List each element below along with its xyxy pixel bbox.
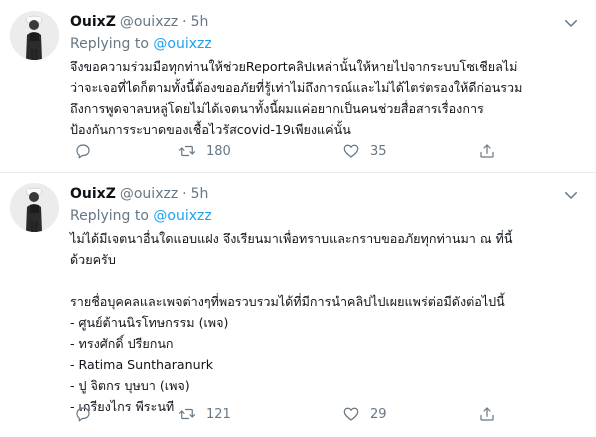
tweet-text-line: - Ratima Suntharanurk <box>70 357 214 372</box>
like-count: 29 <box>370 406 387 422</box>
mention-link[interactable]: @ouixzz <box>153 208 211 224</box>
reply-icon <box>76 144 90 159</box>
chevron-down-icon[interactable] <box>562 14 580 32</box>
retweet-button[interactable]: 121 <box>178 402 231 426</box>
replying-to-label: Replying to <box>70 208 149 224</box>
replying-to: Replying to @ouixzz <box>70 206 212 226</box>
timestamp[interactable]: 5h <box>191 14 209 30</box>
share-button[interactable] <box>478 402 496 426</box>
retweet-count: 121 <box>206 406 231 422</box>
tweet[interactable]: OuixZ @ouixzz · 5h Replying to @ouixzz จึงข… <box>0 0 596 172</box>
like-count: 35 <box>370 143 387 159</box>
user-handle[interactable]: @ouixzz <box>120 14 178 30</box>
avatar-image <box>10 11 59 60</box>
tweet-text-line: ไม่ได้มีเจตนาอื่นใดแอบแฝง จึงเรียนมาเพื่… <box>70 231 513 246</box>
mention-link[interactable]: @ouixzz <box>153 36 211 52</box>
separator-dot: · <box>182 186 187 202</box>
retweet-icon <box>178 145 196 157</box>
tweet-text-line: ถึงการพูดจาลบหลู่โดยไม่ได้เจตนาทั้งนี้ผม… <box>70 101 484 116</box>
retweet-count: 180 <box>206 143 231 159</box>
heart-icon <box>343 144 359 158</box>
chevron-down-icon[interactable] <box>562 186 580 204</box>
share-icon <box>480 407 494 421</box>
share-button[interactable] <box>478 139 496 163</box>
replying-to: Replying to @ouixzz <box>70 34 212 54</box>
avatar-image <box>10 183 59 232</box>
avatar[interactable] <box>10 183 59 232</box>
replying-to-label: Replying to <box>70 36 149 52</box>
reply-icon <box>76 407 90 422</box>
retweet-button[interactable]: 180 <box>178 139 231 163</box>
display-name[interactable]: OuixZ <box>70 186 116 202</box>
tweet-text-line: ด้วยครับ <box>70 252 116 267</box>
avatar[interactable] <box>10 11 59 60</box>
tweet-text-line: - ทรงศักดิ์ ปรียกนก <box>70 336 174 351</box>
tweet-actions: 180 35 <box>70 139 510 163</box>
tweet-text-line: ป้องกันการระบาดของเชื้อไวรัสcovid-19เพีย… <box>70 122 351 137</box>
display-name[interactable]: OuixZ <box>70 14 116 30</box>
tweet-text-line: จึงขอความร่วมมือทุกท่านให้ช่วยReportคลิป… <box>70 59 518 74</box>
retweet-icon <box>178 408 196 420</box>
tweet-text-line: ว่าจะเจอที่ไดก็ตามทั้งนี้ต้องขออภัยที่รู… <box>70 80 523 95</box>
tweet[interactable]: OuixZ @ouixzz · 5h Replying to @ouixzz ไม่ไ… <box>0 172 596 437</box>
tweet-header: OuixZ @ouixzz · 5h <box>70 12 208 32</box>
timestamp[interactable]: 5h <box>191 186 209 202</box>
separator-dot: · <box>182 14 187 30</box>
tweet-text-line: - ศูนย์ต้านนิรโทษกรรม (เพจ) <box>70 315 229 330</box>
reply-button[interactable] <box>74 139 92 163</box>
like-button[interactable]: 29 <box>342 402 387 426</box>
tweet-text: ไม่ได้มีเจตนาอื่นใดแอบแฝง จึงเรียนมาเพื่… <box>70 228 582 417</box>
tweet-text-line: - ปู จิตกร บุษบา (เพจ) <box>70 378 190 393</box>
share-icon <box>480 144 494 158</box>
tweet-text-line: รายชื่อบุคคลและเพจต่างๆที่พอรวบรวมได้ที่… <box>70 294 505 309</box>
heart-icon <box>343 407 359 421</box>
tweet-actions: 121 29 <box>70 402 510 426</box>
like-button[interactable]: 35 <box>342 139 387 163</box>
tweet-header: OuixZ @ouixzz · 5h <box>70 184 208 204</box>
tweet-text: จึงขอความร่วมมือทุกท่านให้ช่วยReportคลิป… <box>70 56 582 140</box>
user-handle[interactable]: @ouixzz <box>120 186 178 202</box>
reply-button[interactable] <box>74 402 92 426</box>
